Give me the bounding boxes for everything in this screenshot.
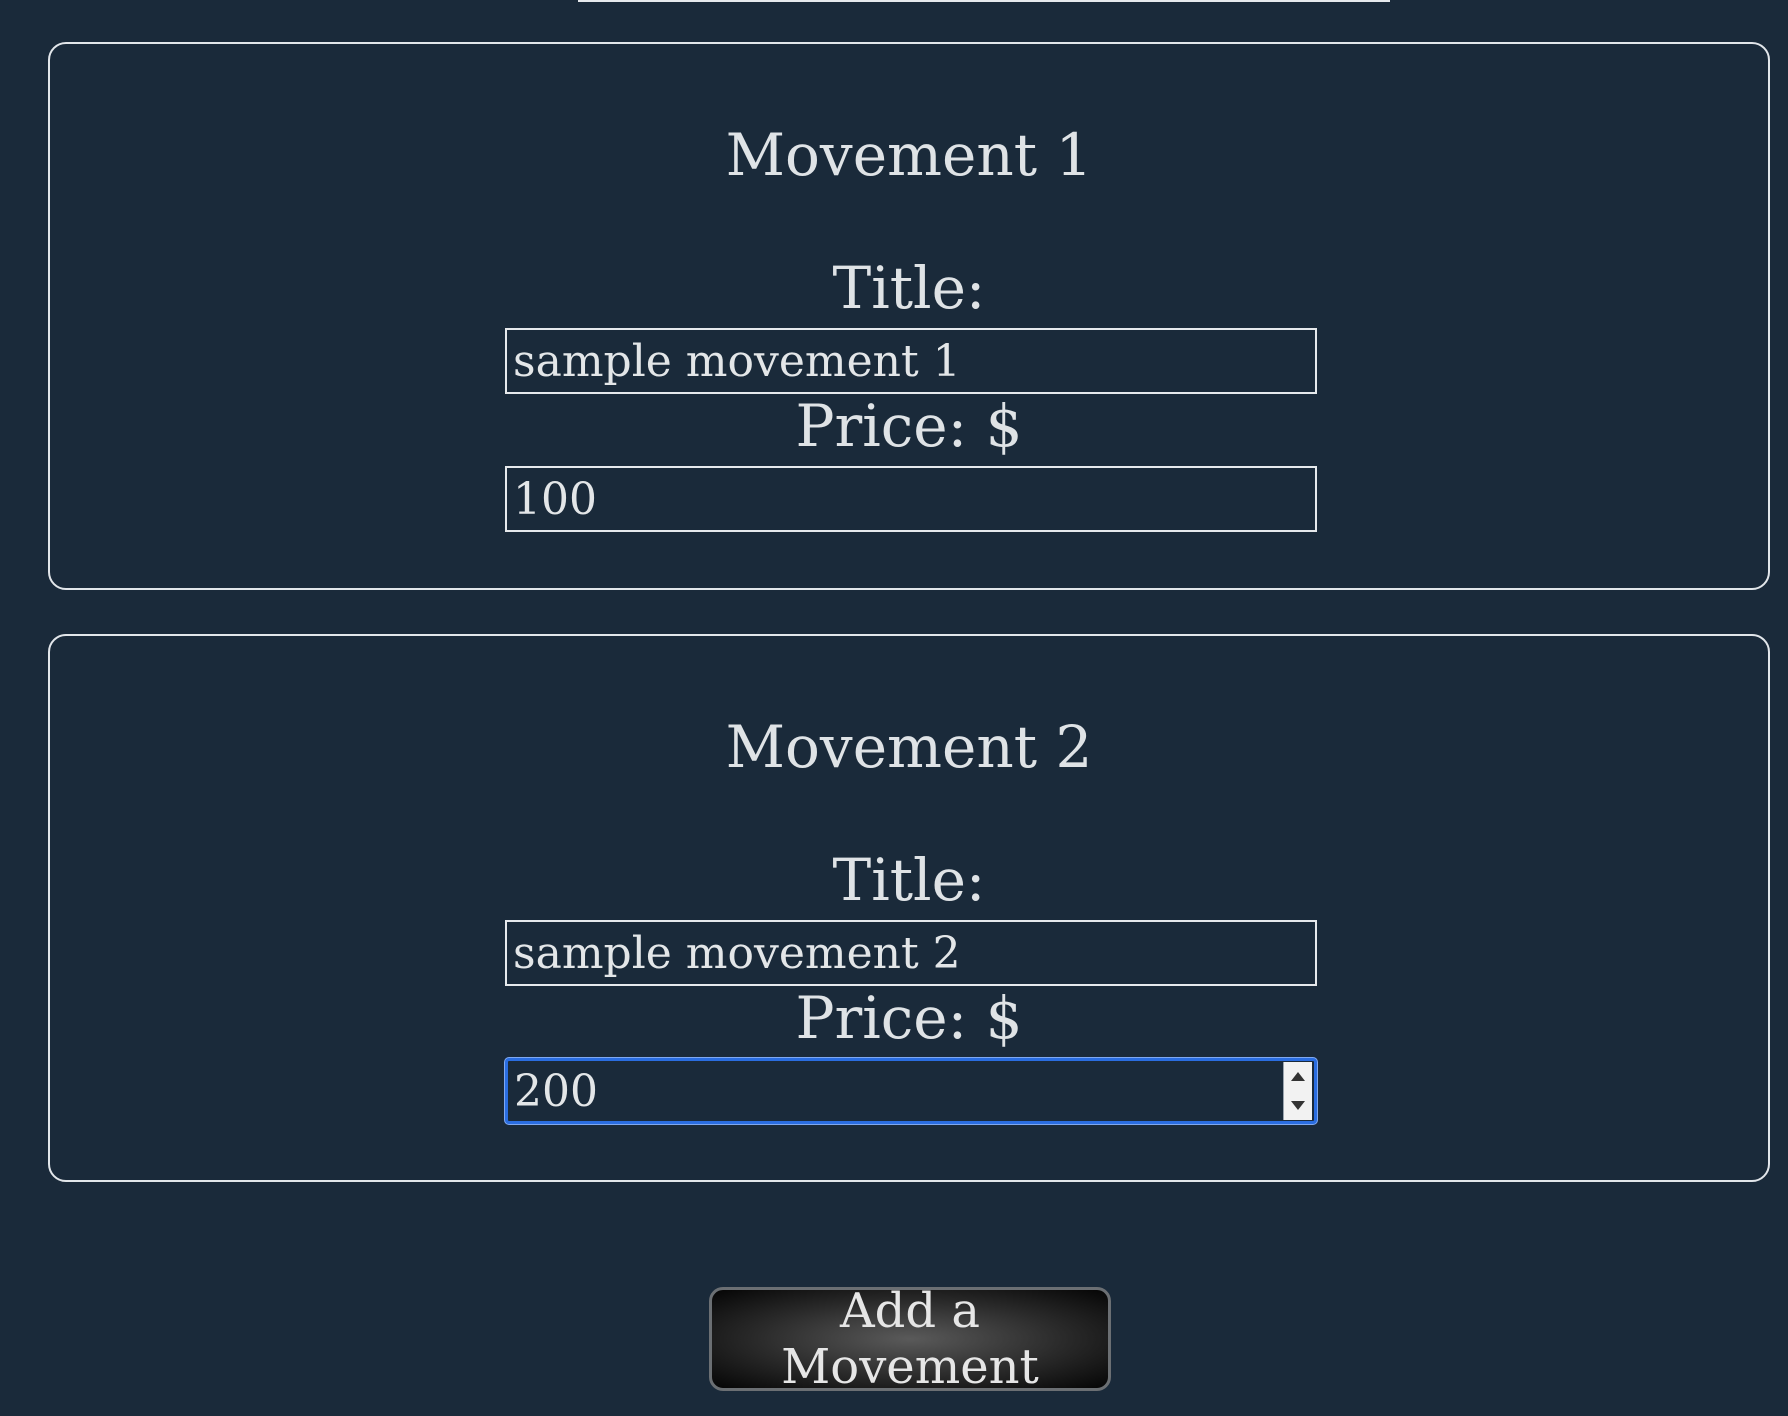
top-divider — [578, 0, 1390, 2]
title-input-value: sample movement 2 — [513, 927, 961, 979]
movement-heading: Movement 1 — [725, 121, 1093, 189]
title-input[interactable]: sample movement 2 — [505, 920, 1317, 986]
spinner-up-icon[interactable] — [1291, 1072, 1305, 1081]
movement-card-1: Movement 1 Title: sample movement 1 Pric… — [48, 42, 1770, 590]
title-label: Title: — [832, 254, 986, 322]
title-input-value: sample movement 1 — [513, 335, 961, 387]
add-movement-button[interactable]: Add a Movement — [709, 1283, 1111, 1395]
price-label: Price: $ — [795, 984, 1023, 1052]
price-input[interactable]: 200 — [505, 1058, 1317, 1124]
spinner-down-icon[interactable] — [1291, 1101, 1305, 1110]
price-label: Price: $ — [795, 392, 1023, 460]
price-input[interactable]: 100 — [505, 466, 1317, 532]
movement-card-2: Movement 2 Title: sample movement 2 Pric… — [48, 634, 1770, 1182]
price-input-value: 200 — [514, 1065, 598, 1117]
title-label: Title: — [832, 846, 986, 914]
title-input[interactable]: sample movement 1 — [505, 328, 1317, 394]
price-input-value: 100 — [513, 473, 597, 525]
movement-heading: Movement 2 — [725, 713, 1093, 781]
number-spinner[interactable] — [1283, 1062, 1312, 1120]
